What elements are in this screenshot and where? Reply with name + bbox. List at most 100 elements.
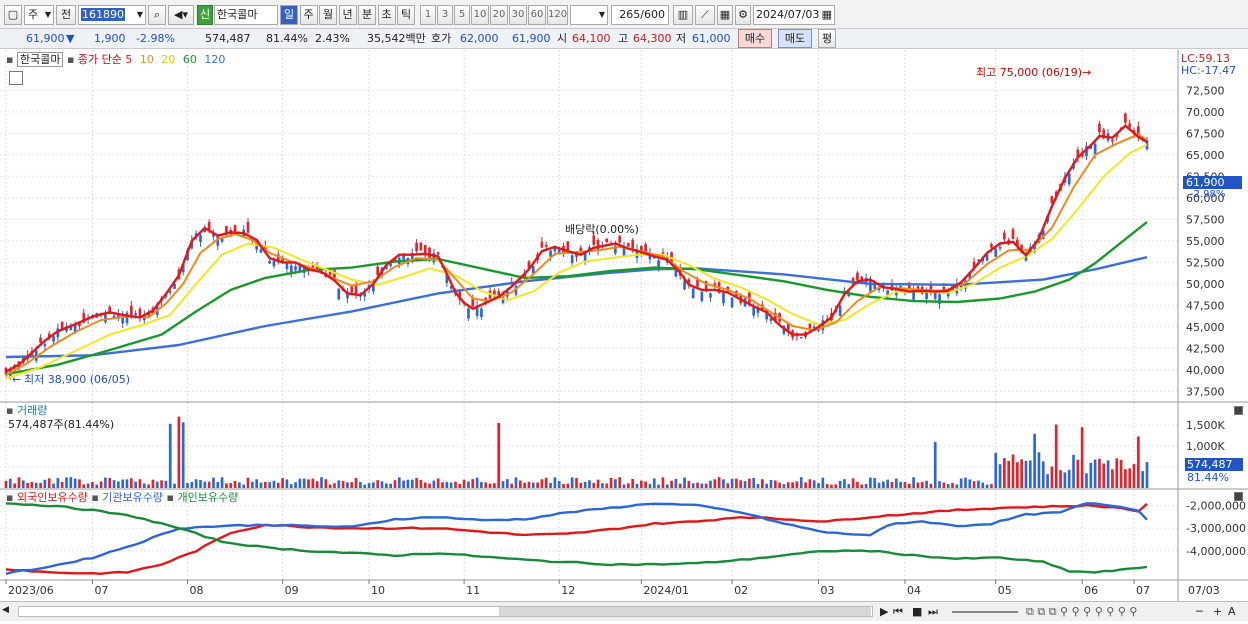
legend-ma60[interactable]: 60 [183,53,197,66]
volume-bar [665,484,669,488]
volume-bar [873,477,877,488]
interval-tab-2[interactable]: 5 [454,5,470,25]
candle-body [1011,229,1015,239]
volume-bar [752,477,756,488]
volume-bar [920,482,924,488]
market-select[interactable]: 주 ▼ [24,5,54,25]
prev-button[interactable]: 전 [56,5,76,25]
candle-type-icon[interactable]: ▥ [673,5,693,25]
interval-tab-3[interactable]: 10 [471,5,489,25]
date-input[interactable]: 2024/07/03 ▦ [753,5,835,25]
legend-stock[interactable]: 한국콜마 [16,52,64,67]
volume-bar [1063,472,1067,488]
zoom-in-icon[interactable]: + [1213,605,1222,619]
legend-ma20[interactable]: 20 [161,53,175,66]
period-tab-3[interactable]: 년 [338,5,357,25]
volume-bar [95,484,99,488]
volume-bar [994,452,998,488]
price-tick-label: 47,500 [1186,299,1225,312]
holdings-tick-label: -3,000,000 [1186,522,1246,535]
candle-body [799,337,803,339]
volume-bar [553,477,557,488]
search-icon[interactable]: ⌕ [148,5,166,25]
volume-bar [735,478,738,488]
volume-bar [531,482,535,488]
period-tab-0[interactable]: 일 [280,5,298,25]
interval-tab-0[interactable]: 1 [420,5,436,25]
period-tab-1[interactable]: 주 [299,5,318,25]
volume-bar [1137,436,1140,488]
volume-bar [134,481,137,488]
sell-button[interactable]: 매도 [778,29,812,48]
candle-body [436,252,440,255]
left-arrow-icon: ← [12,373,22,386]
period-tab-2[interactable]: 월 [319,5,337,25]
scroll-left-icon[interactable]: ◀ [2,605,14,618]
zoom-out-icon[interactable]: ─ [1196,605,1203,619]
legend-foreign[interactable]: 외국인보유수량 [17,491,88,504]
scroll-thumb[interactable] [499,607,871,616]
stock-name-field[interactable]: 한국콜마 [214,5,278,25]
trade-amount: 35,542백만 [367,32,426,45]
interval-tab-4[interactable]: 20 [490,5,508,25]
volume-bar [808,479,812,488]
period-tab-5[interactable]: 초 [377,5,396,25]
top-toolbar: ▢ 주 ▼ 전 161890 ▼ ⌕ ◀▾ 신 한국콜마 ▼ 265/600 ▥ ⟋… [0,0,1248,29]
period-tab-6[interactable]: 틱 [397,5,415,25]
legend-inst[interactable]: 기관보유수량 [102,491,163,504]
legend-indiv[interactable]: 개인보유수량 [177,491,238,504]
calculator-icon[interactable] [9,71,23,85]
volume-bar [26,482,29,488]
scroll-track[interactable] [18,606,873,617]
legend-marker: ▪ [6,53,14,66]
grid-icon[interactable]: ▦ [717,5,733,25]
volume-bar [981,482,985,488]
volume-bar [648,484,652,488]
interval-dropdown[interactable]: ▼ [570,5,608,25]
legend-ma10[interactable]: 10 [140,53,154,66]
volume-bar [1080,427,1084,488]
legend-close-ma[interactable]: 종가 단순 [78,53,122,66]
buy-button[interactable]: 매수 [738,29,772,48]
fast-forward-icon[interactable]: ⏭ [928,605,938,619]
volume-bar [173,483,176,488]
auto-icon[interactable]: A [1228,605,1236,619]
volume-bar [493,483,496,488]
stock-code-input[interactable]: 161890 ▼ [78,5,146,25]
interval-tab-7[interactable]: 120 [547,5,568,25]
tool-icons[interactable]: ⧉ ⧉ ⧉ ⚲ ⚲ ⚲ ⚲ ⚲ ⚲ ⚲ [1026,605,1137,619]
volume-bar [1102,463,1106,488]
close-panel-icon[interactable] [1234,406,1243,415]
interval-tab-1[interactable]: 3 [437,5,453,25]
volume-bar [955,484,959,488]
draw-tool-icon[interactable]: ⟋ [695,5,715,25]
stop-icon[interactable]: ■ [912,605,922,619]
interval-tab-6[interactable]: 60 [528,5,546,25]
candle-body [43,344,47,347]
stock-chart[interactable]: 72,50070,00067,50065,00062,50060,00057,5… [0,50,1248,621]
eval-button[interactable]: 평 [818,29,836,48]
volume-bar [117,481,120,488]
high-label: 고 [618,32,629,45]
volume-bar [142,483,146,488]
scroll-right-icon[interactable]: ▶ [880,605,888,619]
menu-icon[interactable]: ▢ [4,5,22,25]
gear-icon[interactable]: ⚙ [735,5,751,25]
volume-bar [1050,466,1054,488]
volume-bar [69,477,73,488]
count-input[interactable]: 265/600 [611,5,669,25]
turnover-rate: 2.43% [315,32,350,45]
low-label: 저 [676,32,687,45]
candle-body [942,286,946,290]
close-panel-icon[interactable] [1234,492,1243,501]
legend-ma5[interactable]: 5 [125,53,132,66]
speaker-icon[interactable]: ◀▾ [168,5,194,25]
volume-bar [985,484,989,488]
candle-body [856,272,859,280]
period-tab-4[interactable]: 분 [358,5,376,25]
rewind-icon[interactable]: ⏮ [893,605,903,619]
interval-tab-5[interactable]: 30 [509,5,527,25]
zoom-slider[interactable] [952,611,1018,613]
legend-ma120[interactable]: 120 [204,53,225,66]
volume-bar [886,479,890,488]
